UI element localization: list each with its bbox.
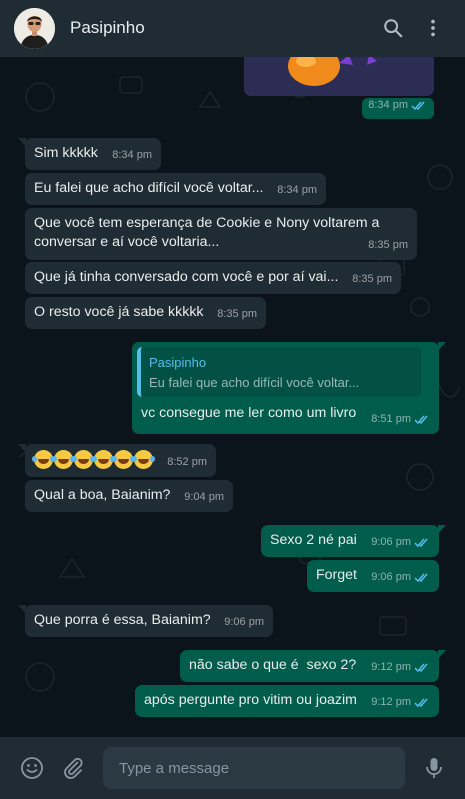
- composer-bar: [0, 737, 465, 799]
- message-input[interactable]: [103, 747, 405, 789]
- message-time: 8:35 pm: [368, 239, 408, 251]
- sticker-image: [244, 57, 434, 96]
- message-text: O resto você já sabe kkkkk: [34, 304, 204, 320]
- incoming-message[interactable]: Que já tinha conversado com você e por a…: [25, 262, 401, 294]
- double-check-icon: [414, 415, 428, 425]
- rofl-emoji: [32, 450, 53, 469]
- incoming-message[interactable]: Que porra é essa, Baianim? 9:06 pm: [18, 605, 273, 637]
- incoming-message[interactable]: 8:52 pm: [18, 444, 216, 477]
- incoming-message[interactable]: O resto você já sabe kkkkk 8:35 pm: [25, 297, 266, 329]
- message-text: Sim kkkkk: [34, 145, 98, 161]
- message-time: 8:34 pm: [368, 99, 408, 111]
- message-text: Que você tem esperança de Cookie e Nony …: [34, 215, 384, 250]
- message-time: 9:12 pm: [371, 661, 411, 673]
- chat-header: Pasipinho: [0, 0, 465, 57]
- message-text: Forget: [316, 567, 358, 583]
- outgoing-message[interactable]: após pergunte pro vitim ou joazim 9:12 p…: [135, 685, 439, 717]
- rofl-emoji: [72, 450, 93, 469]
- outgoing-reply-message[interactable]: Pasipinho Eu falei que acho difícil você…: [132, 342, 446, 434]
- mic-icon[interactable]: [422, 756, 446, 780]
- rofl-emoji: [52, 450, 73, 469]
- message-text: Que porra é essa, Baianim?: [34, 612, 211, 628]
- double-check-icon: [411, 101, 425, 111]
- message-time: 8:35 pm: [217, 308, 257, 320]
- quoted-message[interactable]: Pasipinho Eu falei que acho difícil você…: [137, 347, 421, 397]
- message-time: 8:35 pm: [352, 273, 392, 285]
- message-list[interactable]: 8:34 pm Sim kkkkk 8:34 pm Eu falei que a…: [0, 57, 465, 737]
- double-check-icon: [414, 573, 428, 583]
- incoming-message[interactable]: Que você tem esperança de Cookie e Nony …: [25, 208, 417, 260]
- quoted-author: Pasipinho: [149, 355, 207, 370]
- message-text: Eu falei que acho difícil você voltar...: [34, 180, 264, 196]
- message-text: Que já tinha conversado com você e por a…: [34, 269, 339, 285]
- message-text: Qual a boa, Baianim?: [34, 487, 171, 503]
- message-time: 9:12 pm: [371, 696, 411, 708]
- sticker-timestamp: 8:34 pm: [362, 98, 434, 119]
- rofl-emoji: [92, 450, 113, 469]
- incoming-message[interactable]: Sim kkkkk 8:34 pm: [18, 138, 161, 170]
- outgoing-message[interactable]: Forget 9:06 pm: [307, 560, 439, 592]
- attach-icon[interactable]: [61, 756, 85, 780]
- rofl-emoji: [112, 450, 133, 469]
- search-icon[interactable]: [382, 17, 404, 39]
- message-time: 8:51 pm: [371, 413, 411, 425]
- outgoing-message[interactable]: Sexo 2 né pai 9:06 pm: [261, 525, 446, 557]
- contact-avatar[interactable]: [14, 8, 55, 49]
- message-time: 8:52 pm: [167, 456, 207, 468]
- message-time: 9:06 pm: [224, 616, 264, 628]
- message-text: Sexo 2 né pai: [270, 532, 357, 548]
- message-text: não sabe o que é sexo 2?: [189, 657, 357, 673]
- message-time: 9:04 pm: [184, 491, 224, 503]
- outgoing-message[interactable]: não sabe o que é sexo 2? 9:12 pm: [180, 650, 446, 682]
- message-time: 8:34 pm: [112, 149, 152, 161]
- quoted-text: Eu falei que acho difícil você voltar...: [149, 375, 360, 390]
- incoming-message[interactable]: Qual a boa, Baianim? 9:04 pm: [25, 480, 233, 512]
- message-time: 9:06 pm: [371, 536, 411, 548]
- message-time: 8:34 pm: [277, 184, 317, 196]
- double-check-icon: [414, 698, 428, 708]
- emoji-icon[interactable]: [20, 756, 44, 780]
- double-check-icon: [414, 538, 428, 548]
- contact-name[interactable]: Pasipinho: [70, 18, 145, 38]
- message-text: após pergunte pro vitim ou joazim: [144, 692, 357, 708]
- sticker-message[interactable]: [244, 57, 434, 96]
- incoming-message[interactable]: Eu falei que acho difícil você voltar...…: [25, 173, 326, 205]
- rofl-emoji: [132, 450, 153, 469]
- message-time: 9:06 pm: [371, 571, 411, 583]
- message-text: vc consegue me ler como um livro: [141, 405, 357, 421]
- menu-icon[interactable]: [422, 17, 444, 39]
- double-check-icon: [414, 663, 428, 673]
